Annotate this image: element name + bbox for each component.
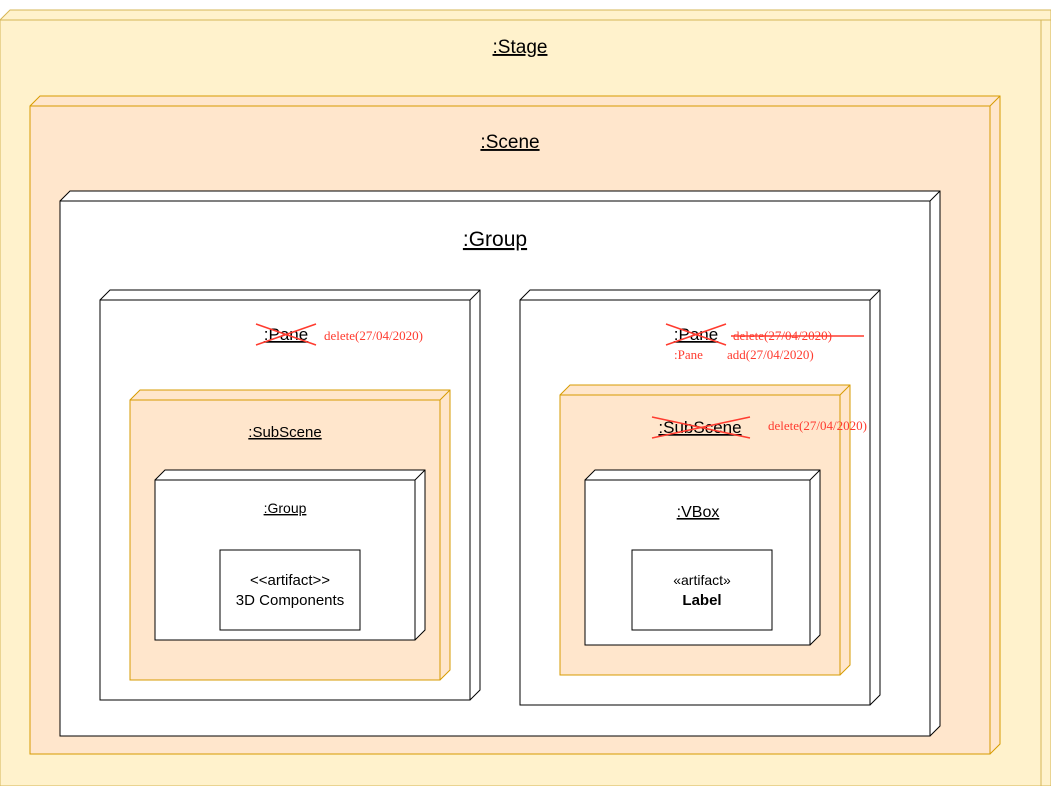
artifact-right-stereotype: «artifact» [673,572,731,588]
vbox-label: :VBox [677,504,720,521]
artifact-left-stereotype: <<artifact>> [250,572,330,589]
right-pane-new-label: :Pane [674,347,703,362]
group-label: :Group [463,228,527,251]
artifact-left-name: 3D Components [236,592,344,609]
artifact-right-name: Label [682,592,721,609]
inner-group-label: :Group [264,500,307,516]
deployment-diagram: :Stage :Scene :Group :Pane delete(27/04/… [0,9,1051,786]
left-subscene-label: :SubScene [248,424,321,441]
artifact-3d-components[interactable]: <<artifact>> 3D Components [219,549,361,631]
left-pane-delete-note: delete(27/04/2020) [324,328,423,343]
scene-label: :Scene [480,132,539,153]
artifact-label[interactable]: «artifact» Label [631,549,773,631]
right-subscene-delete-note: delete(27/04/2020) [768,418,867,433]
stage-label: :Stage [493,37,548,58]
right-pane-add-note: add(27/04/2020) [727,347,814,362]
